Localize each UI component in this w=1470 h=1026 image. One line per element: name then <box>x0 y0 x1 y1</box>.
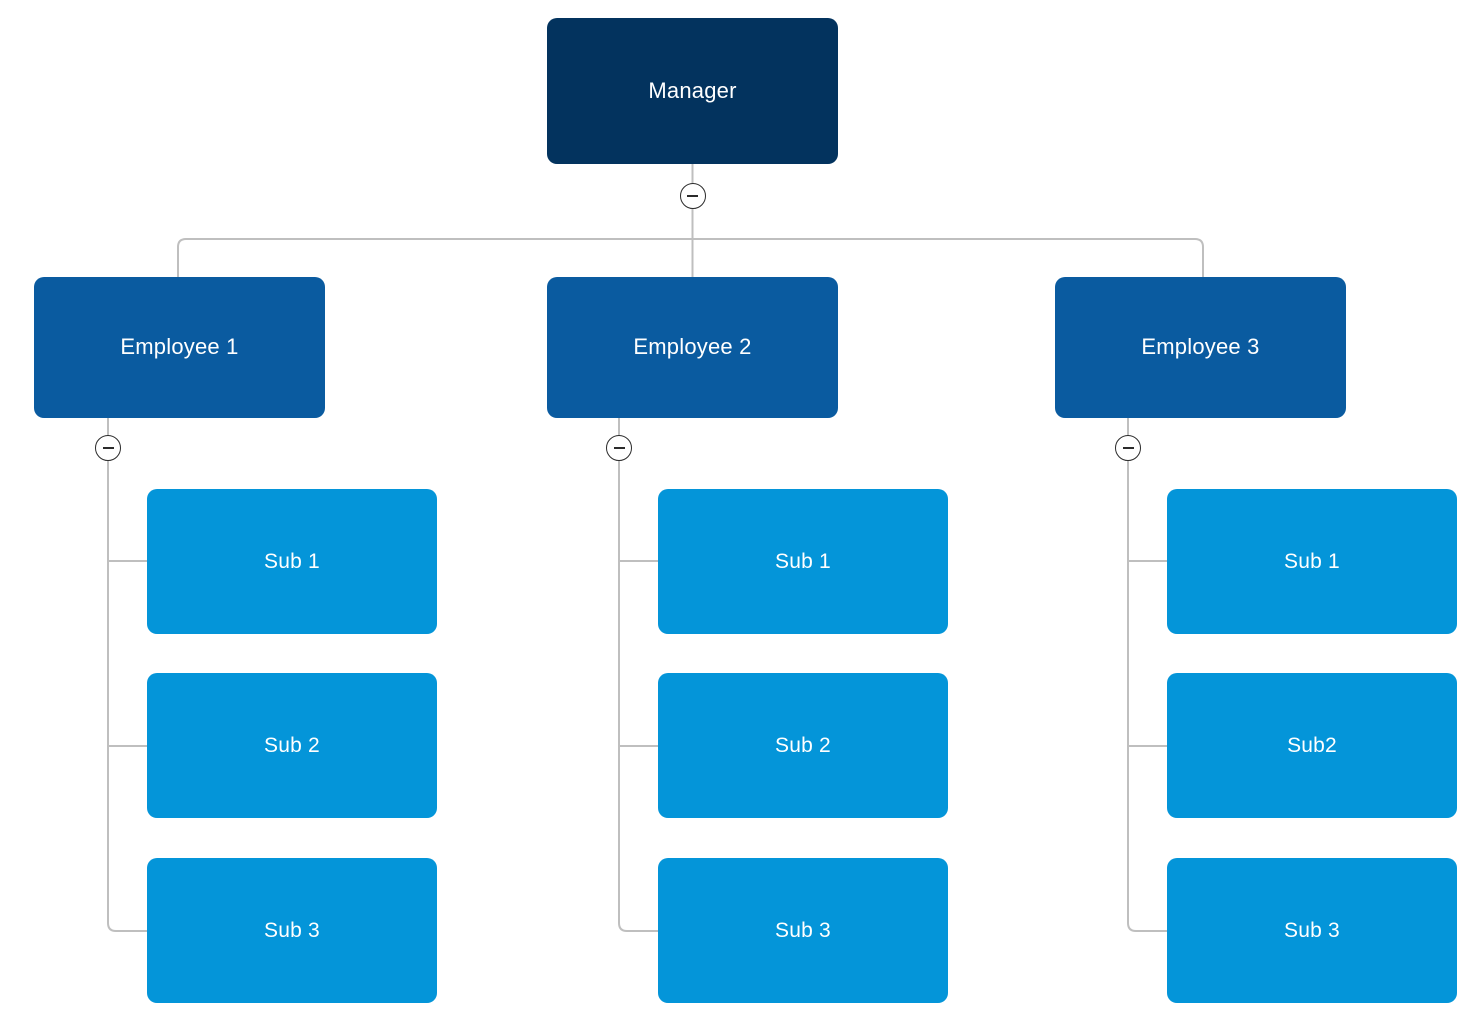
node-employee-2-label: Employee 2 <box>633 334 752 360</box>
node-employee-2-sub-3-label: Sub 3 <box>775 918 831 942</box>
node-employee-1-sub-2[interactable]: Sub 2 <box>147 673 437 818</box>
node-employee-1-sub-3-label: Sub 3 <box>264 918 320 942</box>
minus-circle-icon <box>1122 447 1134 449</box>
node-employee-2[interactable]: Employee 2 <box>547 277 838 418</box>
connector-root-bus <box>177 238 1204 277</box>
minus-circle-icon <box>102 447 114 449</box>
node-employee-3-label: Employee 3 <box>1141 334 1260 360</box>
node-employee-3-sub-2-label: Sub2 <box>1287 733 1337 757</box>
node-employee-2-sub-1[interactable]: Sub 1 <box>658 489 948 634</box>
node-employee-2-sub-3[interactable]: Sub 3 <box>658 858 948 1003</box>
minus-circle-icon <box>613 447 625 449</box>
connector-emp2-branch-3 <box>618 746 658 932</box>
toggle-employee-1[interactable] <box>95 435 121 461</box>
node-employee-3-sub-1[interactable]: Sub 1 <box>1167 489 1457 634</box>
node-employee-3-sub-3[interactable]: Sub 3 <box>1167 858 1457 1003</box>
node-employee-3-sub-2[interactable]: Sub2 <box>1167 673 1457 818</box>
node-employee-3-sub-1-label: Sub 1 <box>1284 549 1340 573</box>
node-employee-3[interactable]: Employee 3 <box>1055 277 1346 418</box>
toggle-manager[interactable] <box>679 183 706 209</box>
node-employee-3-sub-3-label: Sub 3 <box>1284 918 1340 942</box>
node-manager[interactable]: Manager <box>547 18 838 164</box>
connector-emp3-branch-3 <box>1127 746 1167 932</box>
node-employee-1-label: Employee 1 <box>120 334 239 360</box>
toggle-employee-2[interactable] <box>606 435 632 461</box>
node-employee-1-sub-3[interactable]: Sub 3 <box>147 858 437 1003</box>
node-employee-2-sub-1-label: Sub 1 <box>775 549 831 573</box>
node-employee-1[interactable]: Employee 1 <box>34 277 325 418</box>
node-employee-2-sub-2-label: Sub 2 <box>775 733 831 757</box>
org-chart: Manager Employee 1 Sub 1 Sub 2 Sub 3 Emp… <box>0 0 1470 1026</box>
node-employee-1-sub-1-label: Sub 1 <box>264 549 320 573</box>
node-manager-label: Manager <box>648 77 737 103</box>
minus-circle-icon <box>687 195 698 197</box>
node-employee-1-sub-1[interactable]: Sub 1 <box>147 489 437 634</box>
node-employee-1-sub-2-label: Sub 2 <box>264 733 320 757</box>
connector-emp1-branch-3 <box>107 746 147 932</box>
toggle-employee-3[interactable] <box>1115 435 1141 461</box>
node-employee-2-sub-2[interactable]: Sub 2 <box>658 673 948 818</box>
